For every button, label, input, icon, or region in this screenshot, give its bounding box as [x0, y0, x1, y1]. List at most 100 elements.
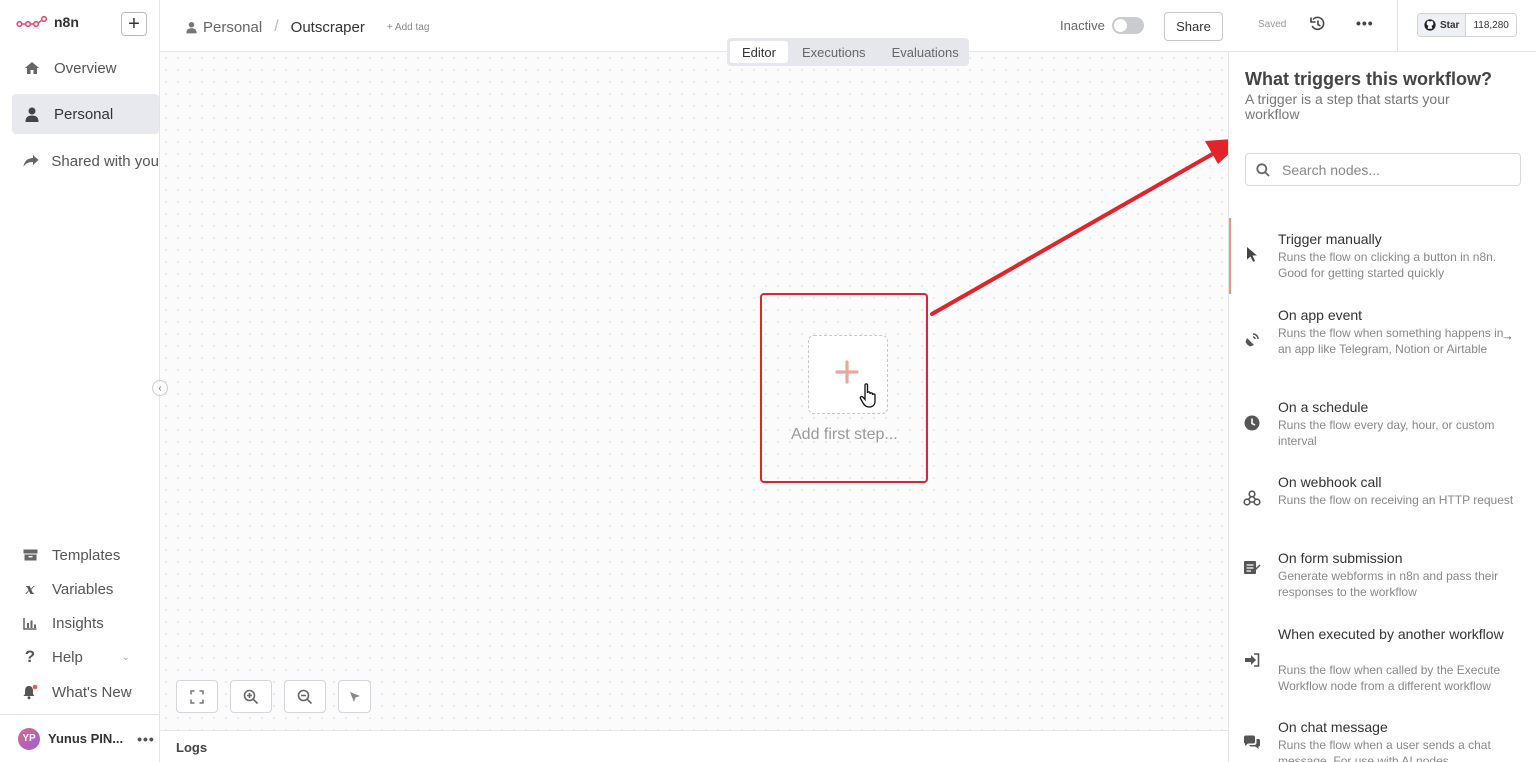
hand-cursor-icon: [859, 383, 876, 408]
n8n-logo-icon: [16, 15, 48, 28]
box-icon: [20, 549, 40, 561]
sidebar-item-label: Personal: [54, 105, 114, 123]
trigger-title: Trigger manually: [1278, 231, 1382, 247]
sidebar-item-label: What's New: [52, 683, 132, 701]
arrow-right-icon: →: [1501, 328, 1514, 343]
plus-icon: [835, 360, 859, 384]
sign-in-icon: [1243, 653, 1261, 667]
trigger-description: Runs the flow on receiving an HTTP reque…: [1278, 493, 1514, 507]
chart-icon: [20, 617, 40, 630]
sidebar-item-label: Insights: [52, 614, 104, 632]
history-icon[interactable]: [1310, 16, 1326, 35]
n8n-logo[interactable]: n8n: [16, 14, 79, 30]
search-input[interactable]: [1282, 161, 1502, 178]
webhook-icon: [1243, 490, 1261, 506]
fit-view-button[interactable]: [176, 680, 218, 713]
trigger-description: Runs the flow every day, hour, or custom…: [1278, 418, 1495, 448]
search-nodes-field[interactable]: [1245, 153, 1521, 186]
sidebar-item-templates[interactable]: Templates: [12, 540, 152, 570]
trigger-title: On a schedule: [1278, 399, 1369, 415]
breadcrumb-project[interactable]: Personal: [203, 19, 262, 36]
create-button[interactable]: +: [121, 12, 147, 36]
github-star-count: 118,280: [1466, 14, 1516, 36]
sidebar-item-variables[interactable]: x Variables: [12, 574, 152, 604]
trigger-panel: What triggers this workflow? A trigger i…: [1228, 52, 1536, 762]
trigger-description: Runs the flow when called by the Execute…: [1278, 663, 1501, 693]
pointer-sparkle-icon: [349, 691, 360, 702]
github-star-label: Star: [1440, 19, 1460, 31]
trigger-description: Runs the flow when something happens in …: [1278, 326, 1504, 356]
trigger-title: When executed by another workflow: [1278, 626, 1504, 642]
logs-label: Logs: [176, 740, 208, 755]
github-icon: [1424, 19, 1436, 31]
cursor-icon: [1243, 246, 1261, 262]
trigger-title: On chat message: [1278, 719, 1388, 735]
zoom-in-icon: [243, 689, 259, 704]
breadcrumb-separator: /: [274, 18, 279, 35]
trigger-description: Runs the flow on clicking a button in n8…: [1278, 250, 1497, 280]
github-star-button[interactable]: Star 118,280: [1417, 13, 1517, 37]
sidebar-item-label: Templates: [52, 546, 121, 564]
collapse-sidebar-button[interactable]: ‹: [152, 380, 168, 396]
panel-title: What triggers this workflow?: [1245, 69, 1493, 89]
saved-status: Saved: [1258, 19, 1287, 30]
tab-executions[interactable]: Executions: [790, 41, 878, 63]
zoom-out-icon: [297, 689, 313, 704]
app-name: n8n: [54, 14, 79, 30]
workflow-status-label: Inactive: [1060, 18, 1105, 33]
canvas-controls: [176, 680, 371, 713]
add-first-step-button[interactable]: [808, 335, 888, 414]
share-icon: [22, 154, 39, 168]
github-star: Star: [1418, 14, 1467, 36]
trigger-description: Generate webforms in n8n and pass their …: [1278, 569, 1499, 599]
search-icon: [1256, 162, 1270, 177]
tab-evaluations[interactable]: Evaluations: [880, 41, 971, 63]
variable-icon: x: [25, 580, 35, 598]
clock-icon: [1243, 415, 1261, 431]
workflow-canvas[interactable]: ‹ Add first step...: [152, 52, 1228, 730]
sidebar-item-personal[interactable]: Personal: [12, 94, 159, 134]
user-menu[interactable]: YP Yunus PIN... •••: [0, 714, 159, 762]
user-icon: [186, 21, 197, 33]
fit-view-icon: [190, 689, 204, 704]
satellite-icon: [1243, 332, 1261, 348]
user-more-button[interactable]: •••: [137, 731, 155, 747]
add-tag-button[interactable]: + Add tag: [387, 22, 430, 33]
trigger-title: On form submission: [1278, 550, 1403, 566]
view-tabs: Editor Executions Evaluations: [727, 38, 969, 66]
breadcrumb: Personal / Outscraper + Add tag: [186, 18, 429, 36]
trigger-title: On webhook call: [1278, 474, 1382, 490]
logo-row: n8n +: [0, 0, 160, 48]
avatar: YP: [18, 727, 40, 750]
tidy-up-button[interactable]: [338, 680, 371, 713]
trigger-description: Runs the flow when a user sends a chat m…: [1278, 738, 1491, 762]
active-toggle[interactable]: [1112, 17, 1144, 34]
sidebar-item-label: Overview: [54, 59, 117, 77]
form-icon: [1243, 559, 1261, 575]
sidebar-item-label: Variables: [52, 580, 114, 598]
more-options-icon[interactable]: •••: [1356, 15, 1374, 31]
sidebar-item-shared[interactable]: Shared with you: [12, 141, 159, 181]
add-first-step-label: Add first step...: [791, 426, 898, 443]
share-button[interactable]: Share: [1164, 12, 1223, 41]
sidebar: n8n + Overview Personal Shared with you …: [0, 0, 160, 762]
logs-panel[interactable]: Logs: [160, 730, 1228, 762]
sidebar-item-whats-new[interactable]: What's New ⌄: [12, 677, 152, 707]
zoom-out-button[interactable]: [284, 680, 326, 713]
chevron-down-icon: ⌄: [125, 686, 134, 698]
question-icon: ?: [24, 647, 36, 666]
panel-subtitle: A trigger is a step that starts your wor…: [1245, 91, 1450, 122]
bell-icon: [20, 684, 40, 700]
sidebar-item-overview[interactable]: Overview: [12, 48, 159, 88]
tab-editor[interactable]: Editor: [730, 41, 788, 63]
workflow-title[interactable]: Outscraper: [291, 19, 365, 36]
home-icon: [22, 61, 42, 75]
header-divider: [1397, 0, 1398, 52]
sidebar-item-label: Help: [52, 648, 83, 666]
chevron-down-icon: ⌄: [121, 651, 130, 663]
sidebar-item-help[interactable]: ? Help ⌄: [12, 642, 152, 672]
zoom-in-button[interactable]: [230, 680, 272, 713]
sidebar-item-insights[interactable]: Insights: [12, 608, 152, 638]
user-icon: [22, 107, 42, 122]
sidebar-item-label: Shared with you: [51, 152, 159, 170]
